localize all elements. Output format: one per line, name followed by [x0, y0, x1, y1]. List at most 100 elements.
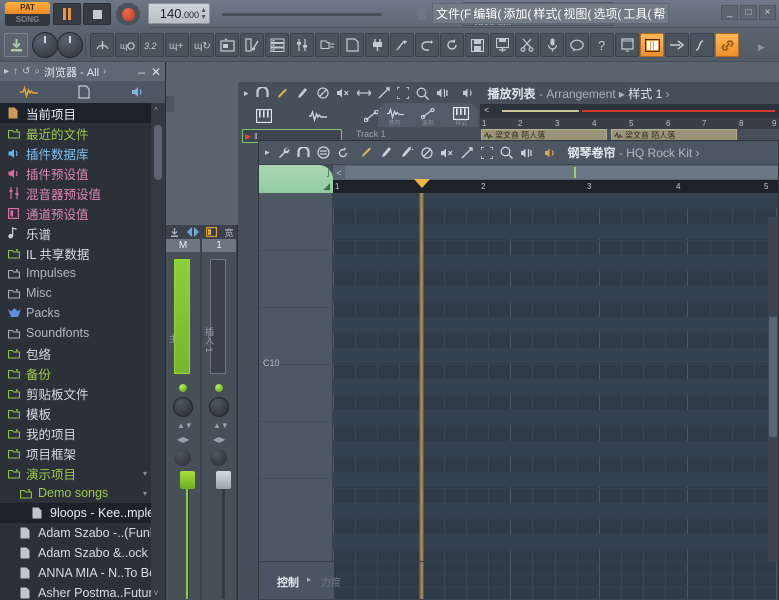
record-button[interactable]	[116, 3, 140, 25]
menu-patterns[interactable]: 样式(	[532, 5, 562, 22]
mixer-strip-insert1-stereo-icon[interactable]: ▲▼	[213, 421, 229, 430]
trash-icon[interactable]	[415, 6, 429, 21]
pianoroll-zoom-icon[interactable]	[500, 146, 513, 159]
piano-roll-grid[interactable]	[333, 193, 778, 561]
mixer-width-label[interactable]: 宽	[224, 226, 233, 239]
pianoroll-magnet-icon[interactable]	[296, 146, 310, 159]
playlist-speaker-icon[interactable]	[462, 87, 475, 99]
export-icon[interactable]	[390, 33, 414, 57]
paste-icon[interactable]	[415, 33, 439, 57]
browser-item[interactable]: 项目框架	[0, 443, 152, 463]
piano-roll-ruler[interactable]: 1 2 3 4 5	[333, 180, 778, 193]
browser-menu-arrow-icon[interactable]: ▸	[4, 66, 9, 77]
arrow-right-icon[interactable]	[665, 33, 689, 57]
save-download-icon[interactable]	[4, 33, 28, 57]
song-mode-button[interactable]: SONG	[5, 14, 50, 26]
undo-icon[interactable]	[440, 33, 464, 57]
metronome-icon[interactable]	[90, 33, 114, 57]
playlist-paint-icon[interactable]	[297, 87, 310, 100]
browser-up-icon[interactable]: ↑	[13, 66, 18, 77]
browser-close-button[interactable]: ✕	[151, 65, 161, 79]
playlist-magnet-icon[interactable]	[255, 87, 269, 99]
mixer-strip-insert1-small-knob[interactable]	[210, 449, 227, 466]
browser-item[interactable]: 模板	[0, 403, 152, 423]
pitch-slider[interactable]	[222, 13, 382, 16]
mixer-window-icon[interactable]	[290, 33, 314, 57]
pianoroll-playback-icon[interactable]	[520, 147, 533, 159]
pianoroll-mute-icon[interactable]	[440, 147, 454, 159]
mixer-strip-insert1-name[interactable]: 1	[202, 239, 236, 252]
playlist-menu-arrow-icon[interactable]: ▸	[244, 88, 249, 99]
browser-side-handle[interactable]	[166, 96, 174, 112]
piano-roll-window-icon[interactable]	[240, 33, 264, 57]
help-icon[interactable]: ?	[590, 33, 614, 57]
plugin-icon[interactable]	[365, 33, 389, 57]
pattern-mode-button[interactable]: PAT	[5, 2, 50, 14]
mixer-dock-icon[interactable]	[169, 227, 180, 238]
playlist-mute-icon[interactable]	[336, 87, 350, 99]
browser-item[interactable]: Adam Szabo &..ock Me Out	[0, 543, 152, 563]
browser-item[interactable]: 剪贴板文件	[0, 383, 152, 403]
clip-resize-icon[interactable]: ◢	[323, 181, 330, 192]
browser-item[interactable]: 混音器预设值	[0, 183, 152, 203]
piano-roll-vertical-scroll-thumb[interactable]	[769, 317, 777, 437]
scroll-down-arrow-icon[interactable]: v	[154, 588, 158, 597]
mixer-strip-master-small-knob[interactable]	[174, 449, 191, 466]
pianoroll-paint-seq-icon[interactable]	[401, 146, 414, 159]
mixer-strip-insert1-pan-knob[interactable]	[209, 397, 229, 417]
automation-icon[interactable]	[690, 33, 714, 57]
mixer-strip-master-fader[interactable]	[180, 471, 195, 489]
browser-tab-sounds-icon[interactable]	[131, 86, 145, 98]
browser-scroll-thumb[interactable]	[154, 125, 162, 180]
playlist-title-pattern[interactable]: 样式 1	[628, 87, 662, 101]
tempo-display[interactable]: 140.000 ▲ ▼	[148, 3, 210, 24]
pattern-song-toggle[interactable]: PAT SONG	[5, 2, 50, 26]
browser-item[interactable]: 9loops - Kee..mple - 2015	[0, 503, 152, 523]
browser-item[interactable]: 通道预设值	[0, 203, 152, 223]
playlist-slice-icon[interactable]	[378, 87, 390, 99]
stop-button[interactable]	[83, 3, 111, 25]
piano-roll-playhead[interactable]	[419, 193, 424, 561]
piano-roll-scroll-track[interactable]	[345, 166, 778, 179]
browser-item[interactable]: 演示项目 ▾	[0, 463, 152, 483]
browser-item[interactable]: Asher Postma..Future Bass	[0, 583, 152, 600]
playlist-overview-collapse[interactable]: <	[484, 105, 489, 115]
playlist-tab2-automation-icon[interactable]	[420, 107, 436, 119]
playlist-tab2-wave-icon[interactable]	[386, 107, 404, 119]
browser-item[interactable]: Misc	[0, 283, 152, 303]
toolbar-overflow-arrow[interactable]: ▶	[758, 42, 765, 53]
browser-item-expand-arrow[interactable]: ▾	[143, 489, 147, 498]
menu-edit[interactable]: 编辑(	[472, 5, 502, 22]
piano-roll-time-scrollbar[interactable]: <	[333, 165, 778, 180]
mixer-strip-insert1[interactable]: 1 插入 1 ▲▼ ◀▶	[202, 239, 236, 600]
microphone-icon[interactable]	[540, 33, 564, 57]
pianoroll-title-sub[interactable]: HQ Rock Kit	[626, 146, 692, 160]
pianoroll-slip-icon[interactable]	[461, 146, 474, 159]
browser-item[interactable]: Adam Szabo -..(Funky Mix)	[0, 523, 152, 543]
browser-refresh-icon[interactable]: ↺	[22, 66, 30, 77]
minimize-button[interactable]: _	[721, 5, 738, 20]
master-pitch-knob[interactable]	[57, 32, 83, 58]
link-icon[interactable]	[715, 33, 739, 57]
browser-item[interactable]: Demo songs ▾	[0, 483, 152, 503]
maximize-button[interactable]: □	[740, 5, 757, 20]
mixer-strip-insert1-pan-icon[interactable]: ◀▶	[213, 435, 225, 444]
pianoroll-pencil-icon[interactable]	[360, 146, 374, 159]
scroll-up-arrow-icon[interactable]: ^	[154, 106, 158, 115]
new-project-icon[interactable]	[340, 33, 364, 57]
menu-tools[interactable]: 工具(	[622, 5, 652, 22]
mixer-strip-insert1-fader[interactable]	[216, 471, 231, 489]
pianoroll-select-icon[interactable]	[480, 146, 493, 159]
menu-file[interactable]: 文件(F	[435, 5, 472, 22]
playlist-select-icon[interactable]	[396, 87, 409, 99]
piano-roll-playhead-marker[interactable]	[414, 179, 430, 188]
step-edit-icon[interactable]: ɰ↻	[190, 33, 214, 57]
playlist-playback-icon[interactable]	[436, 87, 449, 99]
playlist-tab-pianoroll-icon[interactable]	[256, 108, 273, 123]
browser-search-icon[interactable]: ⌕	[34, 66, 40, 77]
browser-item[interactable]: IL 共享数据	[0, 243, 152, 263]
piano-roll-clip-header[interactable]: ∫ ◢	[259, 165, 333, 193]
browser-tab-plugins-icon[interactable]	[20, 86, 39, 98]
piano-roll-vertical-scrollbar[interactable]	[768, 217, 778, 561]
playlist-pencil-icon[interactable]	[276, 87, 290, 100]
